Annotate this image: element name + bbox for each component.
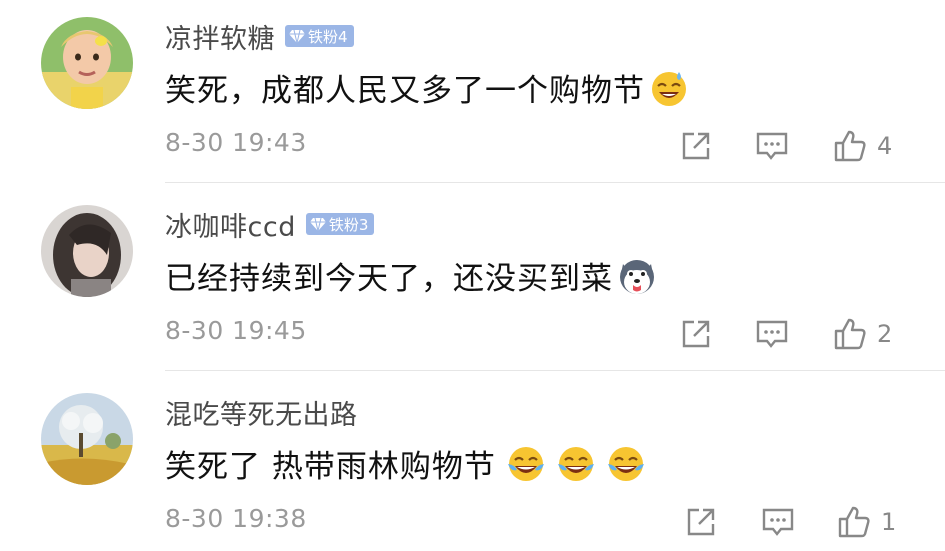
user-info: 混吃等死无出路 bbox=[165, 393, 358, 432]
thumbs-up-icon bbox=[833, 317, 867, 351]
avatar[interactable] bbox=[41, 393, 133, 485]
share-button[interactable] bbox=[685, 504, 717, 540]
like-count: 2 bbox=[877, 320, 893, 348]
fan-badge[interactable]: 铁粉3 bbox=[305, 213, 375, 235]
timestamp: 8-30 19:43 bbox=[165, 128, 307, 157]
husky-emoji bbox=[617, 256, 657, 296]
comment-text: 已经持续到今天了，还没买到菜 bbox=[165, 253, 657, 298]
badge-label: 铁粉4 bbox=[308, 27, 348, 46]
reply-button[interactable] bbox=[755, 316, 789, 352]
timestamp: 8-30 19:38 bbox=[165, 504, 307, 533]
username[interactable]: 冰咖啡ccd bbox=[165, 205, 296, 244]
like-button[interactable]: 2 bbox=[833, 316, 892, 352]
like-button[interactable]: 4 bbox=[833, 128, 892, 164]
comment-meta: 8-30 19:43 4 bbox=[165, 128, 900, 164]
comment-icon bbox=[755, 130, 789, 162]
share-button[interactable] bbox=[680, 128, 712, 164]
reply-button[interactable] bbox=[761, 504, 795, 540]
comment-icon bbox=[755, 318, 789, 350]
comment-body: 已经持续到今天了，还没买到菜 bbox=[165, 261, 613, 297]
share-icon bbox=[680, 130, 712, 162]
share-icon bbox=[680, 318, 712, 350]
timestamp: 8-30 19:45 bbox=[165, 316, 307, 345]
share-button[interactable] bbox=[680, 316, 712, 352]
comment-item: 冰咖啡ccd 铁粉3 已经持续到今天了，还没买到菜 8-30 19:45 2 bbox=[0, 183, 945, 369]
tears-of-joy-emoji bbox=[506, 444, 546, 484]
comment-body: 笑死，成都人民又多了一个购物节 bbox=[165, 73, 645, 109]
thumbs-up-icon bbox=[833, 129, 867, 163]
badge-label: 铁粉3 bbox=[328, 215, 369, 234]
thumbs-up-icon bbox=[837, 505, 871, 539]
tears-of-joy-emoji bbox=[556, 444, 596, 484]
comment-meta: 8-30 19:45 2 bbox=[165, 316, 900, 352]
avatar[interactable] bbox=[41, 17, 133, 109]
like-count: 4 bbox=[877, 132, 893, 160]
laughing-sweat-emoji bbox=[649, 68, 689, 108]
avatar[interactable] bbox=[41, 205, 133, 297]
diamond-icon bbox=[309, 217, 326, 231]
comment-text: 笑死了 热带雨林购物节 bbox=[165, 441, 646, 486]
fan-badge[interactable]: 铁粉4 bbox=[285, 25, 354, 47]
like-button[interactable]: 1 bbox=[837, 504, 896, 540]
reply-button[interactable] bbox=[755, 128, 789, 164]
comment-item: 凉拌软糖 铁粉4 笑死，成都人民又多了一个购物节 8-30 19:43 4 bbox=[0, 0, 945, 182]
comment-body: 笑死了 热带雨林购物节 bbox=[165, 449, 496, 485]
user-info: 冰咖啡ccd 铁粉3 bbox=[165, 205, 375, 244]
username[interactable]: 混吃等死无出路 bbox=[165, 393, 358, 432]
username[interactable]: 凉拌软糖 bbox=[165, 17, 275, 56]
like-count: 1 bbox=[881, 508, 897, 536]
share-icon bbox=[685, 506, 717, 538]
comment-icon bbox=[761, 506, 795, 538]
comment-meta: 8-30 19:38 1 bbox=[165, 504, 900, 540]
tears-of-joy-emoji bbox=[606, 444, 646, 484]
comment-text: 笑死，成都人民又多了一个购物节 bbox=[165, 65, 689, 110]
comment-item: 混吃等死无出路 笑死了 热带雨林购物节 8-30 19:38 1 bbox=[0, 371, 945, 551]
user-info: 凉拌软糖 铁粉4 bbox=[165, 17, 354, 56]
diamond-icon bbox=[289, 29, 305, 43]
